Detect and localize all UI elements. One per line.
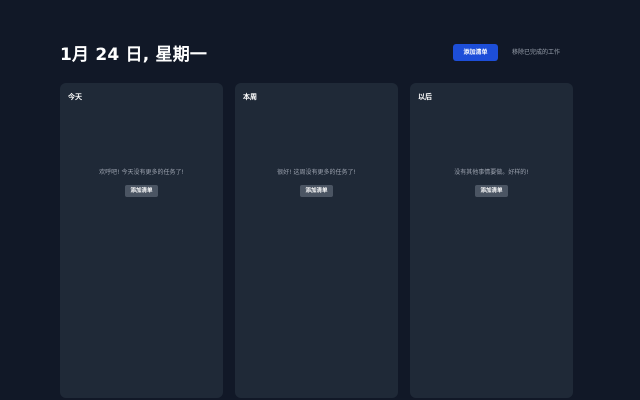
column-title-later: 以后 — [418, 93, 432, 101]
empty-state-later: 没有其他事情要做。好样的! 添加清单 — [410, 168, 573, 197]
page-title: 1月 24 日, 星期一 — [60, 45, 208, 65]
page-header: 1月 24 日, 星期一 添加清单 移除已完成的工作 — [60, 38, 580, 68]
add-list-button-this-week[interactable]: 添加清单 — [300, 185, 333, 197]
empty-state-this-week: 很好! 这周没有更多的任务了! 添加清单 — [235, 168, 398, 197]
column-today: 今天 欢呼吧! 今天没有更多的任务了! 添加清单 — [60, 83, 223, 398]
empty-state-today: 欢呼吧! 今天没有更多的任务了! 添加清单 — [60, 168, 223, 197]
column-later: 以后 没有其他事情要做。好样的! 添加清单 — [410, 83, 573, 398]
add-list-button-today[interactable]: 添加清单 — [125, 185, 158, 197]
column-title-this-week: 本周 — [243, 93, 257, 101]
column-this-week: 本周 很好! 这周没有更多的任务了! 添加清单 — [235, 83, 398, 398]
remove-completed-button[interactable]: 移除已完成的工作 — [506, 44, 566, 61]
empty-message-this-week: 很好! 这周没有更多的任务了! — [277, 169, 356, 176]
add-list-button[interactable]: 添加清单 — [453, 44, 498, 61]
empty-message-today: 欢呼吧! 今天没有更多的任务了! — [99, 169, 184, 176]
add-list-button-later[interactable]: 添加清单 — [475, 185, 508, 197]
empty-message-later: 没有其他事情要做。好样的! — [454, 169, 529, 176]
app-root: 1月 24 日, 星期一 添加清单 移除已完成的工作 今天 欢呼吧! 今天没有更… — [0, 0, 640, 400]
column-title-today: 今天 — [68, 93, 82, 101]
